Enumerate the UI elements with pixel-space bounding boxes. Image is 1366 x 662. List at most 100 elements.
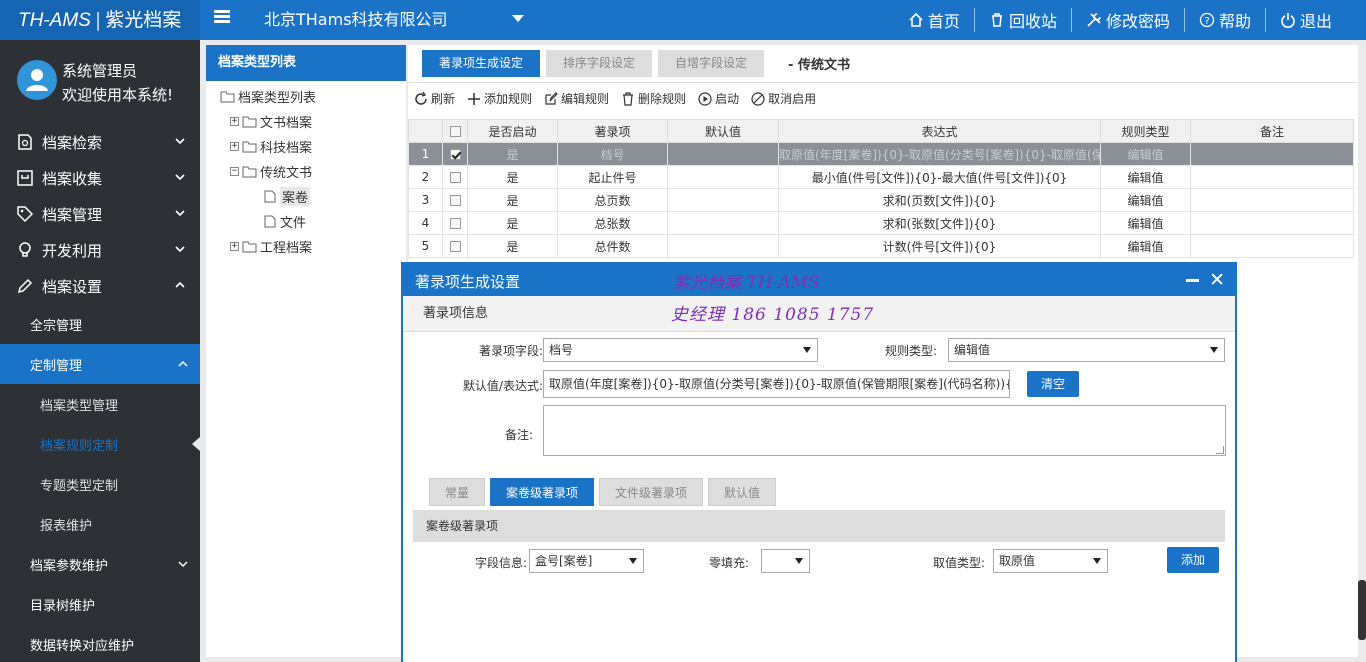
select-all-checkbox[interactable]: [449, 126, 461, 137]
expand-toggle-icon[interactable]: +: [230, 241, 239, 251]
add-button[interactable]: 添加: [1167, 547, 1219, 573]
home-label: 首页: [927, 12, 960, 31]
col-header[interactable]: 表达式: [778, 119, 1101, 143]
row-checkbox[interactable]: [449, 241, 461, 252]
nav-archive-collect[interactable]: 档案收集: [0, 160, 200, 196]
nav-topic-custom[interactable]: 专题类型定制: [0, 464, 200, 504]
cell-expression: 最小值(件号[文件]){0}-最大值(件号[文件]){0}: [778, 165, 1101, 189]
nav-rule-custom[interactable]: 档案规则定制: [0, 424, 200, 464]
zero-fill-label: 零填充:: [708, 556, 749, 570]
expression-input[interactable]: 取原值(年度[案卷]){0}-取原值(分类号[案卷]){0}-取原值(保管期限[…: [543, 370, 1010, 398]
divider: [408, 82, 1358, 83]
nav-type-manage[interactable]: 档案类型管理: [0, 384, 200, 424]
tab-entry-generate[interactable]: 著录项生成设定: [422, 50, 541, 77]
cell-default: [667, 165, 779, 189]
tree-node-keji[interactable]: + 科技档案: [230, 136, 312, 156]
change-password-link[interactable]: 修改密码: [1070, 8, 1184, 32]
refresh-icon: [415, 91, 427, 105]
app-logo[interactable]: TH-AMS | 紫光档案: [0, 0, 200, 40]
col-header[interactable]: 著录项: [557, 119, 668, 143]
col-header[interactable]: 规则类型: [1100, 119, 1191, 143]
start-button[interactable]: 启动: [698, 90, 739, 107]
cancel-enable-button[interactable]: 取消启用: [751, 90, 816, 107]
expand-toggle-icon[interactable]: +: [230, 116, 239, 126]
power-icon: [1281, 13, 1295, 28]
field-info-select[interactable]: 盒号[案卷]: [529, 549, 644, 573]
entry-field-select[interactable]: 档号: [543, 338, 818, 362]
field-info-label: 字段信息:: [474, 556, 527, 570]
tab-constant[interactable]: 常量: [429, 478, 486, 506]
nav-catalog-tree[interactable]: 目录树维护: [0, 584, 200, 624]
minimize-icon[interactable]: [1186, 279, 1199, 282]
nav-params[interactable]: 档案参数维护: [0, 544, 200, 584]
nav-report-maintain[interactable]: 报表维护: [0, 504, 200, 544]
nav-sub-label: 目录树维护: [30, 599, 96, 614]
row-index: 1: [408, 142, 443, 166]
logout-link[interactable]: 退出: [1264, 8, 1346, 32]
rule-toolbar: 刷新 添加规则 编辑规则 删除规则 启动 取消启用: [414, 90, 828, 107]
row-select[interactable]: [442, 234, 468, 258]
col-header[interactable]: 备注: [1190, 119, 1354, 143]
row-checkbox[interactable]: [449, 195, 461, 206]
col-header-select[interactable]: [442, 119, 468, 143]
table-row[interactable]: 1 是 档号 取原值(年度[案卷]){0}-取原值(分类号[案卷]){0}-取原…: [408, 142, 1354, 166]
refresh-button[interactable]: 刷新: [414, 90, 455, 107]
nav-data-convert[interactable]: 数据转换对应维护: [0, 624, 200, 662]
collapse-toggle-icon[interactable]: −: [230, 166, 239, 176]
tree-node-gongcheng[interactable]: + 工程档案: [230, 236, 312, 256]
nav-archive-manage[interactable]: 档案管理: [0, 196, 200, 232]
home-link[interactable]: 首页: [894, 8, 974, 32]
row-checkbox[interactable]: [449, 149, 461, 160]
rule-type-value: 编辑值: [954, 343, 991, 357]
nav-archive-search[interactable]: 档案检索: [0, 124, 200, 160]
nav-quanzong[interactable]: 全宗管理: [0, 304, 200, 344]
table-row[interactable]: 4 是 总张数 求和(张数[文件]){0} 编辑值: [408, 211, 1354, 235]
note-textarea[interactable]: [543, 405, 1226, 456]
cell-rule-type: 编辑值: [1100, 211, 1191, 235]
tree-node-chuantong[interactable]: − 传统文书: [230, 161, 312, 181]
recycle-link[interactable]: 回收站: [973, 8, 1071, 32]
table-row[interactable]: 3 是 总页数 求和(页数[文件]){0} 编辑值: [408, 188, 1354, 212]
clear-button[interactable]: 清空: [1027, 371, 1079, 397]
zero-fill-select[interactable]: [761, 549, 810, 573]
tab-file-entry[interactable]: 文件级著录项: [599, 478, 704, 506]
row-checkbox[interactable]: [449, 218, 461, 229]
tab-sort-field[interactable]: 排序字段设定: [546, 50, 653, 77]
expand-toggle-icon[interactable]: +: [230, 141, 239, 151]
tab-auto-increment[interactable]: 自增字段设定: [658, 50, 765, 77]
col-header[interactable]: 默认值: [667, 119, 779, 143]
tree-node-wenjian[interactable]: 文件: [262, 211, 306, 231]
add-rule-button[interactable]: 添加规则: [467, 90, 532, 107]
scrollbar-handle[interactable]: [1358, 580, 1366, 640]
row-checkbox[interactable]: [449, 172, 461, 183]
menu-toggle-icon[interactable]: [214, 10, 230, 24]
edit-rule-button[interactable]: 编辑规则: [544, 90, 609, 107]
chevron-up-icon: [178, 360, 188, 367]
help-link[interactable]: ? 帮助: [1183, 8, 1265, 32]
row-select[interactable]: [442, 142, 468, 166]
table-row[interactable]: 2 是 起止件号 最小值(件号[文件]){0}-最大值(件号[文件]){0} 编…: [408, 165, 1354, 189]
nav-custom-manage[interactable]: 定制管理: [0, 344, 200, 384]
tab-volume-entry[interactable]: 案卷级著录项: [490, 478, 595, 506]
nav-dev-use[interactable]: 开发利用: [0, 232, 200, 268]
row-select[interactable]: [442, 211, 468, 235]
edit-rule-label: 编辑规则: [561, 92, 610, 106]
close-icon[interactable]: ✕: [1209, 270, 1225, 290]
delete-rule-button[interactable]: 删除规则: [621, 90, 686, 107]
col-header[interactable]: 是否启动: [467, 119, 558, 143]
rule-type-select[interactable]: 编辑值: [948, 338, 1225, 362]
row-select[interactable]: [442, 165, 468, 189]
tree-node-anjuan[interactable]: 案卷: [262, 186, 311, 206]
tree-node-wenshu[interactable]: + 文书档案: [230, 111, 312, 131]
resize-grip-icon[interactable]: [1216, 446, 1224, 454]
table-row[interactable]: 5 是 总件数 计数(件号[文件]){0} 编辑值: [408, 234, 1354, 258]
row-select[interactable]: [442, 188, 468, 212]
search-doc-icon: [18, 134, 32, 150]
company-dropdown-icon[interactable]: [512, 15, 524, 22]
value-type-select[interactable]: 取原值: [993, 549, 1108, 573]
nav-archive-settings[interactable]: 档案设置: [0, 268, 200, 304]
nav-subsub-label: 报表维护: [40, 519, 93, 534]
cell-rule-type: 编辑值: [1100, 234, 1191, 258]
tab-default-value[interactable]: 默认值: [708, 478, 777, 506]
tree-node-root[interactable]: 档案类型列表: [220, 86, 316, 106]
